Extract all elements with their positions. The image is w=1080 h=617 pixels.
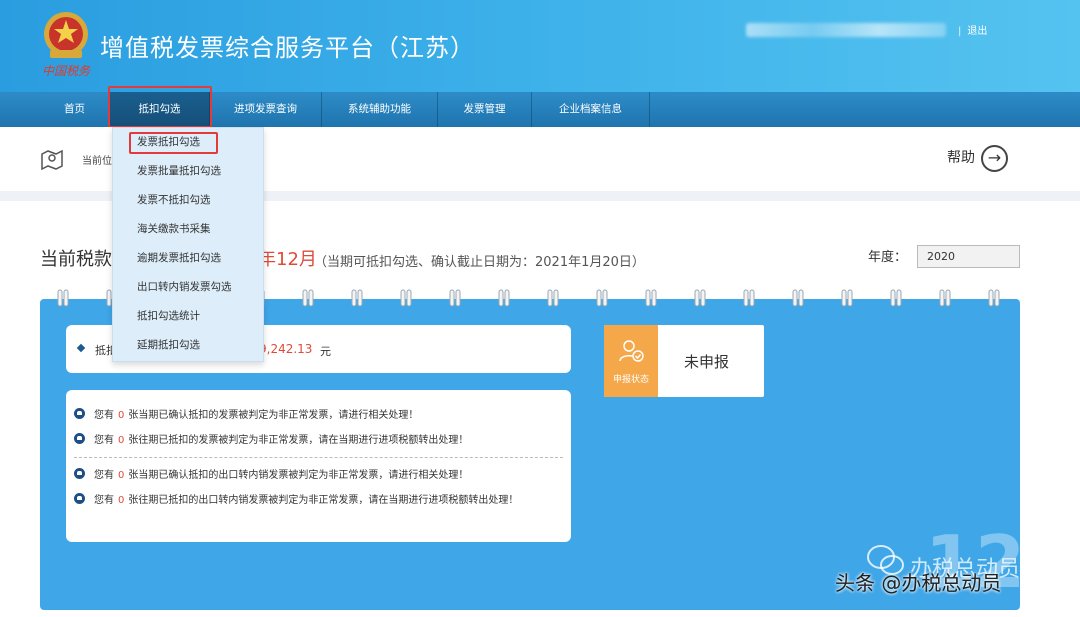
bell-icon [74,493,85,504]
menu-item-export-to-domestic[interactable]: 出口转内销发票勾选 [113,273,265,302]
calendar-ring [450,290,460,306]
calendar-ring [352,290,362,306]
notice-divider [74,457,563,458]
map-location-icon [40,148,64,170]
calendar-ring [989,290,999,306]
tax-emblem-icon [40,10,92,62]
menu-highlight-box [129,132,218,154]
help-link[interactable]: 帮助 [947,147,975,167]
menu-item-non-deduction[interactable]: 发票不抵扣勾选 [113,186,265,215]
calendar-ring [695,290,705,306]
nav-item-input-invoice-query[interactable]: 进项发票查询 [210,92,322,127]
nav-item-home[interactable]: 首页 [40,92,110,127]
nav-highlight-box [108,86,212,128]
status-caption: 申报状态 [604,372,658,385]
person-check-icon [618,338,644,364]
notices-card: 您有0张当期已确认抵扣的发票被判定为非正常发票，请进行相关处理！ 您有0张往期已… [66,390,571,542]
bell-icon [74,468,85,479]
notice-item: 您有0张往期已抵扣的出口转内销发票被判定为非正常发票，请在当期进行进项税额转出处… [74,493,544,509]
year-select[interactable]: 2020 [917,245,1020,268]
calendar-ring [548,290,558,306]
header: 中国税务 增值税发票综合服务平台（江苏） |退出 [0,0,1080,92]
user-info-blurred [746,23,946,37]
calendar-ring [646,290,656,306]
arrow-right-circle-icon[interactable]: → [981,145,1008,172]
notice-item: 您有0张当期已确认抵扣的出口转内销发票被判定为非正常发票，请进行相关处理！ [74,468,468,484]
menu-item-deduction-statistics[interactable]: 抵扣勾选统计 [113,302,265,331]
site-title: 增值税发票综合服务平台（江苏） [100,28,475,63]
brand-label: 中国税务 [42,62,90,79]
logout-link[interactable]: |退出 [958,22,987,37]
status-badge: 申报状态 [604,325,658,397]
bell-icon [74,433,85,444]
nav-item-system-tools[interactable]: 系统辅助功能 [322,92,438,127]
watermark-source: 头条 @办税总动员 [835,567,1001,596]
calendar-ring [597,290,607,306]
menu-item-customs-collection[interactable]: 海关缴款书采集 [113,215,265,244]
menu-item-batch-deduction[interactable]: 发票批量抵扣勾选 [113,157,265,186]
amount-value: 9,242.13 [259,342,312,356]
calendar-ring [401,290,411,306]
diamond-bullet-icon [77,344,85,352]
calendar-ring [744,290,754,306]
notice-item: 您有0张当期已确认抵扣的发票被判定为非正常发票，请进行相关处理！ [74,408,418,424]
deduction-dropdown-menu: 发票抵扣勾选 发票批量抵扣勾选 发票不抵扣勾选 海关缴款书采集 逾期发票抵扣勾选… [112,127,264,362]
declaration-status-card: 申报状态 未申报 [604,325,764,397]
period-note: （当期可抵扣勾选、确认截止日期为：2021年1月20日） [314,251,645,270]
calendar-ring [891,290,901,306]
status-value: 未申报 [684,351,729,372]
menu-item-overdue-deduction[interactable]: 逾期发票抵扣勾选 [113,244,265,273]
nav-item-company-profile[interactable]: 企业档案信息 [532,92,650,127]
period-title: 当前税款 [40,245,112,271]
calendar-ring [842,290,852,306]
year-label: 年度： [868,246,907,265]
calendar-ring [793,290,803,306]
breadcrumb-text: 当前位 [82,152,112,167]
calendar-ring [303,290,313,306]
period-month: 年12月 [258,245,317,271]
calendar-ring [940,290,950,306]
calendar-ring [499,290,509,306]
notice-item: 您有0张往期已抵扣的发票被判定为非正常发票，请在当期进行进项税额转出处理！ [74,433,468,449]
bell-icon [74,408,85,419]
nav-item-invoice-management[interactable]: 发票管理 [438,92,532,127]
calendar-ring [58,290,68,306]
amount-unit: 元 [320,343,331,359]
menu-item-deferred-deduction[interactable]: 延期抵扣勾选 [113,331,265,360]
